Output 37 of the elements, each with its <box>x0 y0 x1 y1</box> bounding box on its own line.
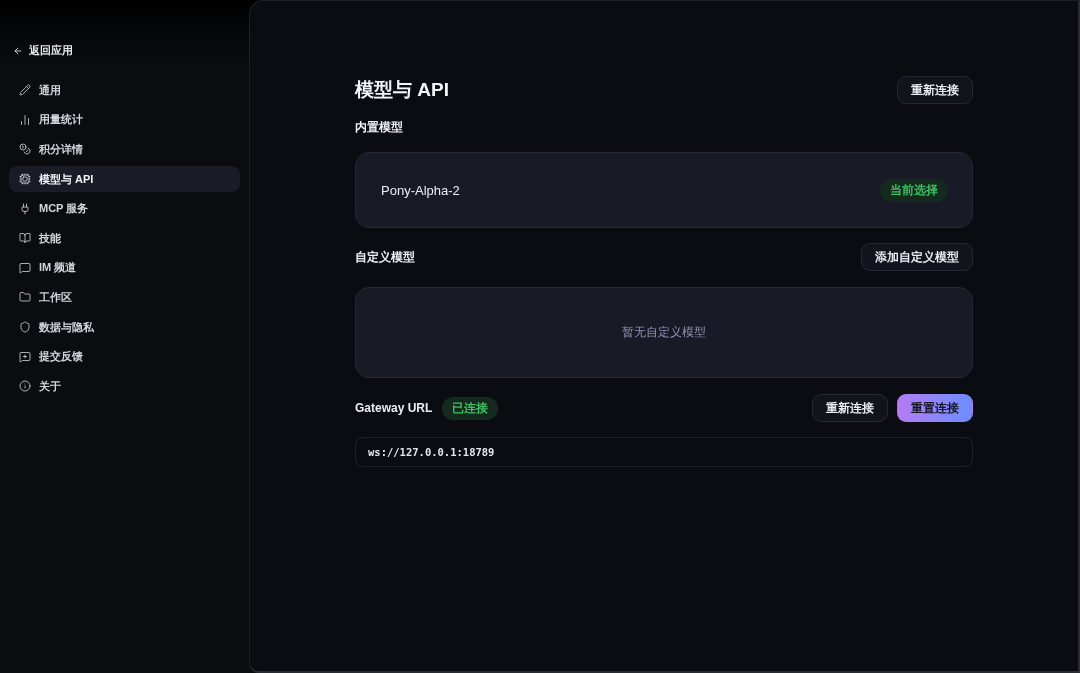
sidebar-item[interactable]: 通用 <box>9 77 240 104</box>
sidebar-item[interactable]: 关于 <box>9 372 240 400</box>
chat-icon <box>19 261 31 274</box>
status-badge: 已连接 <box>442 396 499 420</box>
page-title: 模型与 API <box>355 78 449 102</box>
sidebar-item[interactable]: 积分详情 <box>9 136 240 163</box>
sidebar-item[interactable]: MCP 服务 <box>9 195 240 222</box>
bar-chart-icon <box>19 113 31 126</box>
reset-button[interactable]: 重置连接 <box>897 394 973 422</box>
sidebar-item[interactable]: 用量统计 <box>9 106 240 134</box>
section-title: 内置模型 <box>355 119 403 136</box>
sidebar-item[interactable]: 数据与隐私 <box>9 313 240 341</box>
pencil-icon <box>19 84 31 97</box>
model-name: Pony-Alpha-2 <box>381 182 460 198</box>
section-title: 自定义模型 <box>355 248 415 266</box>
sidebar-item[interactable]: 工作区 <box>9 284 240 311</box>
add-model-button[interactable]: 添加自定义模型 <box>861 243 973 271</box>
status-badge: 当前选择 <box>880 178 948 202</box>
sidebar-item[interactable]: 技能 <box>9 224 240 252</box>
reconnect-button[interactable]: 重新连接 <box>897 76 973 104</box>
sidebar-item[interactable]: 提交反馈 <box>9 343 240 370</box>
url-field[interactable]: ws://127.0.0.1:18789 <box>355 437 973 467</box>
shield-icon <box>19 321 31 334</box>
folder-icon <box>19 291 31 304</box>
chat-plus-icon <box>19 350 31 363</box>
back-link[interactable]: 返回应用 <box>9 40 77 61</box>
sidebar-item[interactable]: IM 频道 <box>9 254 240 282</box>
coins-icon <box>19 143 31 156</box>
book-icon <box>19 232 31 245</box>
reconnect-button[interactable]: 重新连接 <box>812 394 888 422</box>
plug-icon <box>19 202 31 215</box>
chip-icon <box>19 173 31 186</box>
sidebar-item[interactable]: 模型与 API <box>9 165 240 193</box>
info-icon <box>19 380 31 393</box>
gateway-label: Gateway URL <box>355 401 433 415</box>
arrow-left-icon <box>13 45 23 56</box>
empty-text: 暂无自定义模型 <box>622 324 706 341</box>
